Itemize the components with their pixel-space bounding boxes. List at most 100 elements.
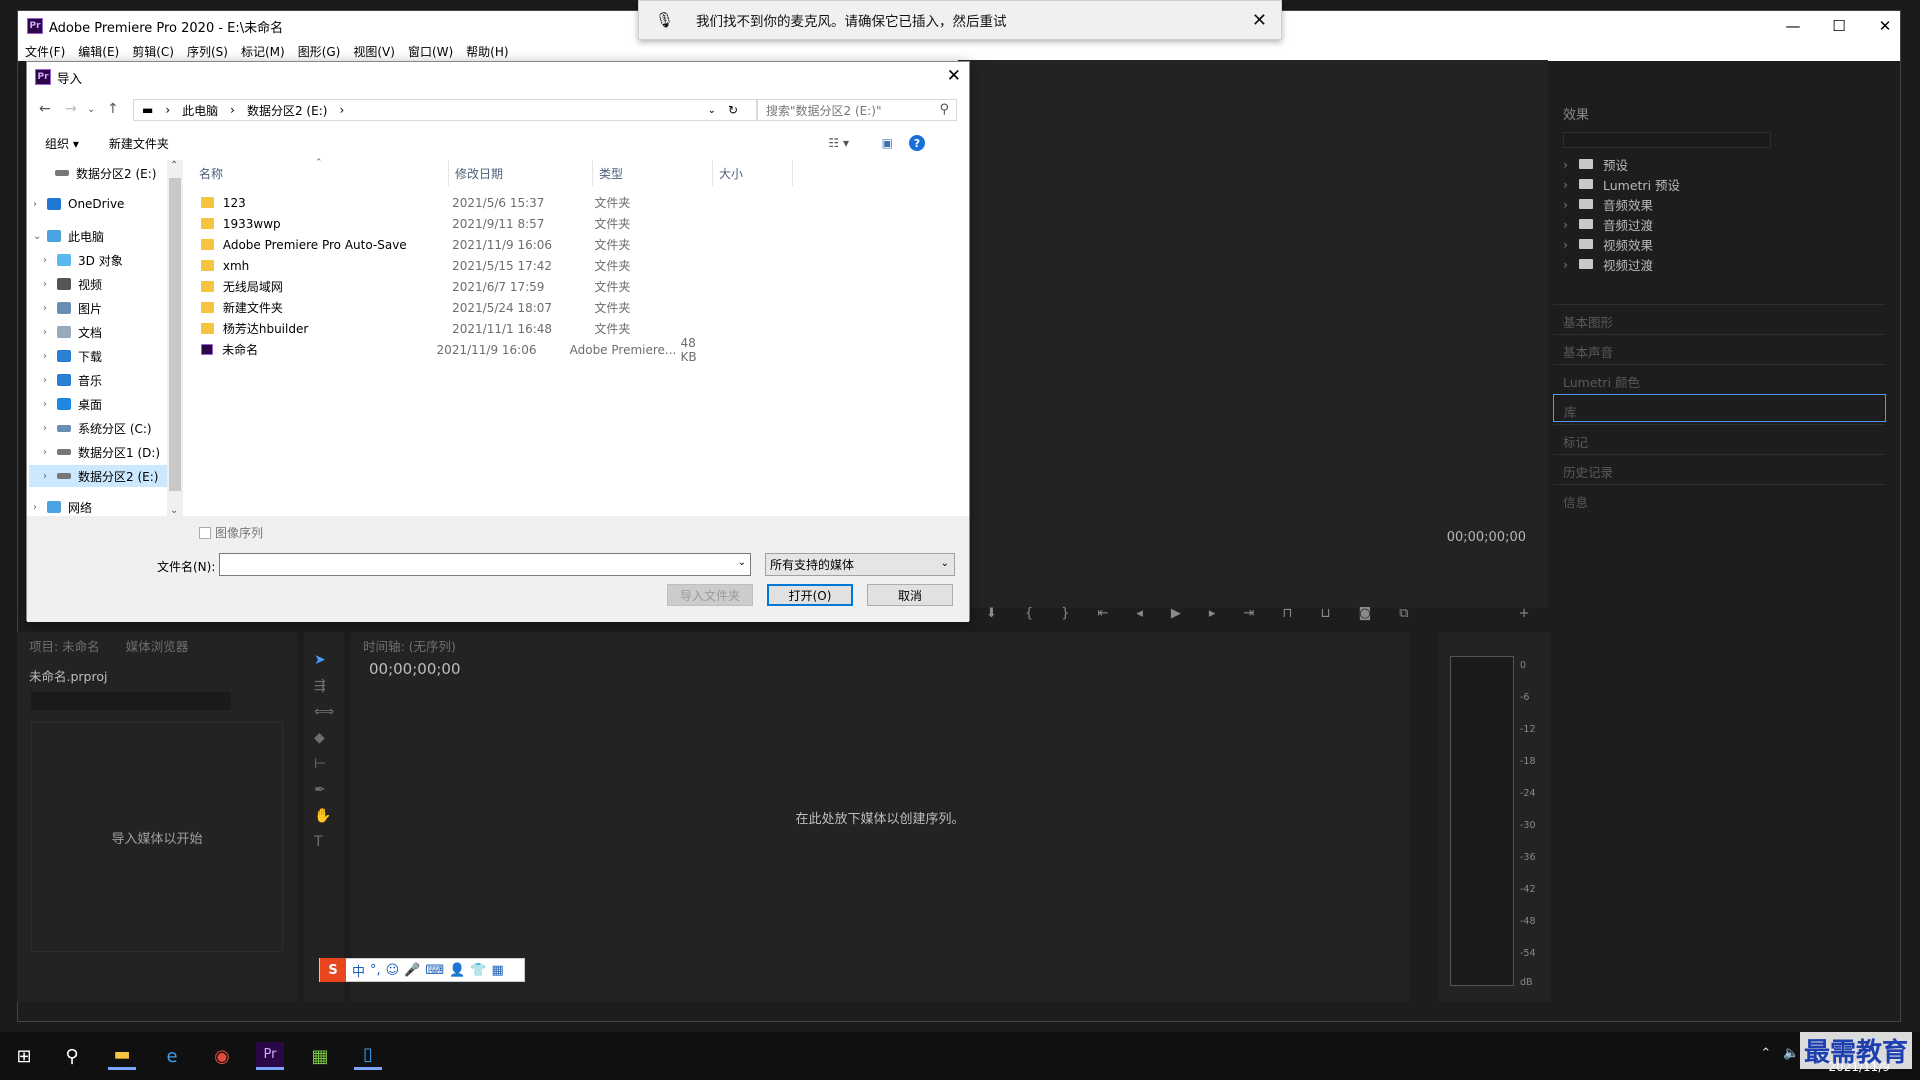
filename-dropdown-icon[interactable]: ⌄ bbox=[738, 557, 746, 568]
menu-clip[interactable]: 剪辑(C) bbox=[132, 43, 174, 60]
notification-close-icon[interactable]: ✕ bbox=[1252, 10, 1267, 31]
nav-item-drive-d[interactable]: › 数据分区1 (D:) bbox=[43, 441, 160, 463]
program-timecode[interactable]: 00;00;00;00 bbox=[1447, 530, 1526, 545]
file-type-select[interactable]: 所有支持的媒体 ⌄ bbox=[765, 553, 955, 576]
goto-in-icon[interactable]: ⇤ bbox=[1097, 606, 1108, 621]
project-drop-area[interactable]: 导入媒体以开始 bbox=[31, 722, 283, 952]
premiere-taskbar-icon[interactable]: Pr bbox=[256, 1042, 284, 1070]
maximize-button[interactable]: ☐ bbox=[1816, 11, 1862, 41]
close-button[interactable]: ✕ bbox=[1862, 11, 1908, 41]
pen-tool-icon[interactable]: ✒ bbox=[314, 782, 326, 798]
column-size[interactable]: 大小 bbox=[713, 160, 793, 186]
nav-item-documents[interactable]: › 文档 bbox=[43, 321, 102, 343]
ime-menu-icon[interactable]: ▦ bbox=[492, 963, 504, 978]
nav-item-3d-objects[interactable]: › 3D 对象 bbox=[43, 249, 123, 271]
tablet-app-icon[interactable]: ▯ bbox=[354, 1042, 382, 1070]
scroll-down-icon[interactable]: ⌄ bbox=[170, 505, 178, 516]
step-back-icon[interactable]: ◂ bbox=[1136, 606, 1143, 621]
sogou-logo-icon[interactable]: S bbox=[320, 958, 346, 982]
goto-out-icon[interactable]: ⇥ bbox=[1243, 606, 1254, 621]
cancel-button[interactable]: 取消 bbox=[867, 584, 953, 606]
hand-tool-icon[interactable]: ✋ bbox=[314, 808, 331, 824]
play-icon[interactable]: ▶ bbox=[1171, 606, 1181, 621]
breadcrumb-this-pc[interactable]: 此电脑 bbox=[182, 102, 218, 119]
razor-tool-icon[interactable]: ◆ bbox=[314, 730, 325, 746]
effects-item[interactable]: › 视频效果 bbox=[1553, 234, 1886, 254]
edge-icon[interactable]: e bbox=[158, 1042, 186, 1070]
tray-chevron-up-icon[interactable]: ⌃ bbox=[1760, 1046, 1771, 1061]
nav-item-drive-e-top[interactable]: 数据分区2 (E:) bbox=[41, 162, 156, 184]
volume-icon[interactable]: 🔈 bbox=[1783, 1046, 1799, 1061]
organize-button[interactable]: 组织 ▾ bbox=[45, 135, 79, 152]
help-icon[interactable]: ? bbox=[909, 135, 925, 151]
effects-item[interactable]: › 视频过渡 bbox=[1553, 254, 1886, 274]
tab-media-browser[interactable]: 媒体浏览器 bbox=[126, 636, 189, 655]
ime-voice-icon[interactable]: 🎤 bbox=[404, 963, 420, 978]
add-button-icon[interactable]: + bbox=[1519, 606, 1530, 621]
app-grid-icon[interactable]: ▦ bbox=[306, 1042, 334, 1070]
effects-item[interactable]: › 音频过渡 bbox=[1553, 214, 1886, 234]
nav-item-music[interactable]: › 音乐 bbox=[43, 369, 102, 391]
compare-icon[interactable]: ⧉ bbox=[1399, 606, 1408, 621]
slip-tool-icon[interactable]: ⊢ bbox=[314, 756, 326, 772]
mark-out-icon[interactable]: } bbox=[1061, 606, 1069, 621]
ime-keyboard-icon[interactable]: ⌨ bbox=[425, 963, 444, 978]
import-folder-button[interactable]: 导入文件夹 bbox=[667, 584, 753, 606]
file-row[interactable]: 1933wwp 2021/9/11 8:57 文件夹 bbox=[193, 213, 713, 234]
panel-essential-graphics[interactable]: 基本图形 bbox=[1553, 304, 1886, 332]
marker-icon[interactable]: ⬇ bbox=[986, 606, 997, 621]
ime-punct[interactable]: °, bbox=[370, 963, 381, 978]
menu-file[interactable]: 文件(F) bbox=[25, 43, 65, 60]
menu-edit[interactable]: 编辑(E) bbox=[78, 43, 119, 60]
new-folder-button[interactable]: 新建文件夹 bbox=[109, 135, 169, 152]
selection-tool-icon[interactable]: ➤ bbox=[314, 652, 326, 668]
nav-item-desktop[interactable]: › 桌面 bbox=[43, 393, 102, 415]
timeline-timecode[interactable]: 00;00;00;00 bbox=[369, 660, 461, 678]
mark-in-icon[interactable]: { bbox=[1025, 606, 1033, 621]
dialog-close-icon[interactable]: ✕ bbox=[947, 66, 961, 86]
ime-user-icon[interactable]: 👤 bbox=[449, 963, 465, 978]
file-row[interactable]: Adobe Premiere Pro Auto-Save 2021/11/9 16… bbox=[193, 234, 713, 255]
step-forward-icon[interactable]: ▸ bbox=[1209, 606, 1216, 621]
nav-item-videos[interactable]: › 视频 bbox=[43, 273, 102, 295]
extract-icon[interactable]: ⊔ bbox=[1321, 606, 1331, 621]
menu-marker[interactable]: 标记(M) bbox=[241, 43, 285, 60]
refresh-icon[interactable]: ↻ bbox=[728, 103, 738, 117]
file-row[interactable]: 无线局域网 2021/6/7 17:59 文件夹 bbox=[193, 276, 713, 297]
column-type[interactable]: 类型 bbox=[593, 160, 713, 186]
column-date[interactable]: 修改日期 bbox=[449, 160, 593, 186]
ripple-edit-tool-icon[interactable]: ⟺ bbox=[314, 704, 334, 720]
track-select-tool-icon[interactable]: ⇶ bbox=[314, 678, 326, 694]
panel-markers[interactable]: 标记 bbox=[1553, 424, 1886, 452]
tab-project[interactable]: 项目: 未命名 bbox=[29, 636, 100, 655]
breadcrumb-drive-e[interactable]: 数据分区2 (E:) bbox=[247, 102, 327, 119]
ime-skin-icon[interactable]: 👕 bbox=[470, 963, 486, 978]
panel-info[interactable]: 信息 bbox=[1553, 484, 1886, 512]
nav-item-pictures[interactable]: › 图片 bbox=[43, 297, 102, 319]
menu-window[interactable]: 窗口(W) bbox=[408, 43, 453, 60]
lift-icon[interactable]: ⊓ bbox=[1282, 606, 1292, 621]
nav-item-this-pc[interactable]: ⌄ 此电脑 bbox=[33, 225, 104, 247]
menu-help[interactable]: 帮助(H) bbox=[466, 43, 508, 60]
preview-pane-icon[interactable]: ▣ bbox=[882, 136, 893, 150]
windows-start-icon[interactable]: ⊞ bbox=[10, 1042, 38, 1070]
chrome-icon[interactable]: ◉ bbox=[208, 1042, 236, 1070]
search-icon[interactable]: ⚲ bbox=[58, 1042, 86, 1070]
open-button[interactable]: 打开(O) bbox=[767, 584, 853, 606]
nav-scrollbar[interactable]: ⌃ ⌄ bbox=[167, 160, 183, 516]
file-row[interactable]: 未命名 2021/11/9 16:06 Adobe Premiere... 48 KB bbox=[193, 336, 713, 364]
column-name[interactable]: 名称 ⌃ bbox=[193, 158, 449, 186]
file-row[interactable]: 123 2021/5/6 15:37 文件夹 bbox=[193, 192, 713, 213]
back-arrow-icon[interactable]: ← bbox=[39, 101, 51, 117]
filename-input[interactable]: ⌄ bbox=[219, 553, 751, 576]
search-input[interactable]: 搜索"数据分区2 (E:)" ⚲ bbox=[757, 99, 957, 121]
recent-chevron-icon[interactable]: ⌄ bbox=[87, 104, 95, 115]
type-tool-icon[interactable]: T bbox=[314, 834, 323, 850]
nav-item-onedrive[interactable]: › OneDrive bbox=[33, 193, 124, 215]
forward-arrow-icon[interactable]: → bbox=[65, 101, 77, 117]
timeline-drop-area[interactable]: 在此处放下媒体以创建序列。 bbox=[351, 632, 1409, 1002]
menu-sequence[interactable]: 序列(S) bbox=[187, 43, 228, 60]
image-sequence-checkbox[interactable]: 图像序列 bbox=[199, 524, 263, 541]
view-options-icon[interactable]: ☷ ▾ bbox=[828, 136, 849, 150]
panel-lumetri-color[interactable]: Lumetri 颜色 bbox=[1553, 364, 1886, 392]
